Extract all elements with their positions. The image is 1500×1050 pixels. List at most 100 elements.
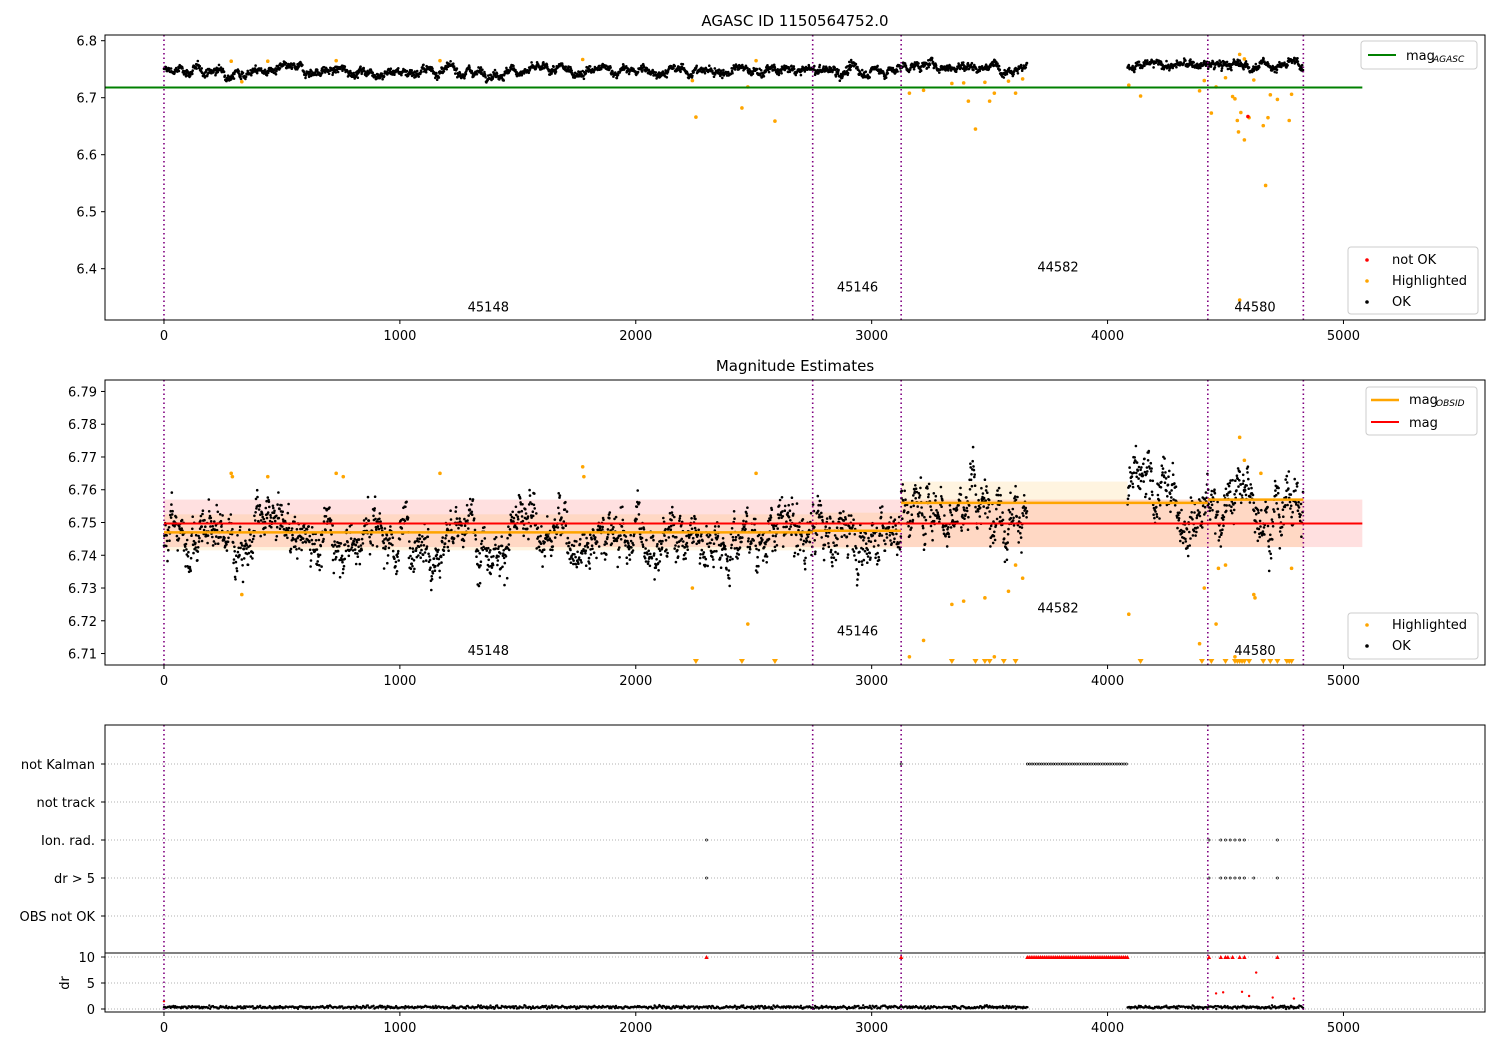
magnitude-ok-point xyxy=(307,525,311,528)
agasc-ok-point xyxy=(919,69,923,72)
magnitude-ok-point xyxy=(191,515,194,518)
magnitude-ok-point xyxy=(586,542,590,545)
magnitude-ok-point xyxy=(883,549,887,552)
magnitude-ok-point xyxy=(332,552,336,555)
magnitude-ok-point xyxy=(600,552,603,555)
agasc-ok-point xyxy=(449,60,452,63)
magnitude-ok-point xyxy=(364,517,368,520)
magnitude-ok-point xyxy=(187,550,190,554)
magnitude-ok-point xyxy=(711,555,714,559)
magnitude-ok-point xyxy=(546,535,550,538)
agasc-ok-point xyxy=(790,64,793,68)
magnitude-ok-point xyxy=(1002,541,1005,544)
magnitude-ok-point xyxy=(1017,541,1020,544)
magnitude-ok-point xyxy=(395,570,399,573)
magnitude-ok-point xyxy=(266,511,270,514)
magnitude-ok-point xyxy=(238,553,241,557)
magnitude-ok-point xyxy=(618,546,621,549)
agasc-ok-point xyxy=(1008,66,1011,70)
agasc-ok-point xyxy=(838,79,842,82)
agasc-ok-point xyxy=(455,67,459,70)
magnitude-ok-point xyxy=(695,542,698,546)
magnitude-ok-point xyxy=(257,508,261,511)
magnitude-ok-point xyxy=(485,549,489,552)
magnitude-ok-point xyxy=(602,518,605,522)
agasc-ok-point xyxy=(437,76,441,79)
magnitude-ok-point xyxy=(572,544,576,548)
magnitude-ok-point xyxy=(474,534,477,537)
magnitude-ok-point xyxy=(212,540,216,543)
magnitude-ok-point xyxy=(403,519,407,523)
magnitude-ok-point xyxy=(825,517,829,520)
agasc-highlighted-point xyxy=(1235,118,1240,123)
agasc-ok-point xyxy=(552,65,555,68)
magnitude-ok-point xyxy=(253,514,256,518)
magnitude-ok-point xyxy=(605,553,608,556)
agasc-highlighted-point xyxy=(740,106,744,110)
magnitude-ok-point xyxy=(388,537,391,540)
magnitude-ok-point xyxy=(409,567,413,570)
magnitude-ok-point xyxy=(677,545,680,548)
magnitude-ok-point xyxy=(225,543,228,546)
magnitude-ok-point xyxy=(467,527,470,530)
magnitude-ok-point xyxy=(385,533,389,537)
agasc-ok-point xyxy=(636,70,640,74)
magnitude-ok-point xyxy=(1008,511,1012,514)
magnitude-ok-point xyxy=(518,497,522,500)
magnitude-ok-point xyxy=(412,559,416,562)
magnitude-ok-point xyxy=(640,540,643,544)
magnitude-ok-point xyxy=(489,572,493,576)
magnitude-ok-point xyxy=(965,506,969,510)
agasc-line-legend-subscript: AGASC xyxy=(1432,55,1465,65)
magnitude-ok-point xyxy=(382,541,386,545)
magnitude-ok-point xyxy=(277,516,281,520)
magnitude-ok-point xyxy=(605,542,608,545)
magnitude-ok-point xyxy=(866,555,870,558)
magnitude-ok-point xyxy=(973,473,976,476)
magnitude-ok-point xyxy=(649,552,652,556)
magnitude-ok-point xyxy=(537,535,540,539)
magnitude-ok-point xyxy=(792,512,795,516)
magnitude-ok-point xyxy=(209,516,213,520)
magnitude-ok-point xyxy=(178,525,181,528)
agasc-y-tick-label: 6.5 xyxy=(76,206,97,221)
magnitude-ok-point xyxy=(992,534,996,538)
magnitude-ok-point xyxy=(450,528,453,532)
magnitude-ok-point xyxy=(203,518,206,522)
agasc-highlighted-point xyxy=(1289,92,1294,97)
magnitude-ok-point xyxy=(771,534,775,538)
magnitude-ok-point xyxy=(211,544,215,547)
magnitude-ok-point xyxy=(969,462,972,466)
agasc-ok-point xyxy=(1238,59,1241,62)
magnitude-ok-point xyxy=(566,536,570,540)
agasc-highlighted-point xyxy=(992,91,997,95)
magnitude-ok-point xyxy=(1135,475,1138,479)
magnitude-ok-point xyxy=(826,535,830,538)
magnitude-ok-point xyxy=(724,553,728,556)
magnitude-ok-point xyxy=(167,526,171,529)
magnitude-ok-point xyxy=(377,527,381,531)
magnitude-ok-point xyxy=(970,484,974,488)
magnitude-ok-point xyxy=(343,557,347,561)
magnitude-ok-point xyxy=(745,512,748,515)
magnitude-ok-point xyxy=(439,555,443,559)
magnitude-ok-point xyxy=(239,546,242,550)
magnitude-ok-point xyxy=(816,494,820,498)
magnitude-ok-point xyxy=(917,491,921,495)
magnitude-ok-point xyxy=(422,560,425,563)
magnitude-ok-point xyxy=(586,545,590,549)
agasc-highlighted-point xyxy=(921,88,926,93)
agasc-ok-point xyxy=(848,60,851,64)
magnitude-ok-point xyxy=(889,539,892,542)
magnitude-ok-point xyxy=(201,509,205,512)
agasc-ok-point xyxy=(996,62,999,65)
magnitude-ok-point xyxy=(848,532,851,536)
agasc-ok-point xyxy=(1192,61,1195,64)
magnitude-ok-point xyxy=(912,504,915,508)
magnitude-ok-point xyxy=(973,475,976,479)
magnitude-ok-point xyxy=(185,538,189,542)
agasc-ok-point xyxy=(327,72,331,75)
magnitude-ok-point xyxy=(1025,510,1029,513)
magnitude-ok-point xyxy=(291,533,294,537)
magnitude-ok-point xyxy=(869,540,873,543)
